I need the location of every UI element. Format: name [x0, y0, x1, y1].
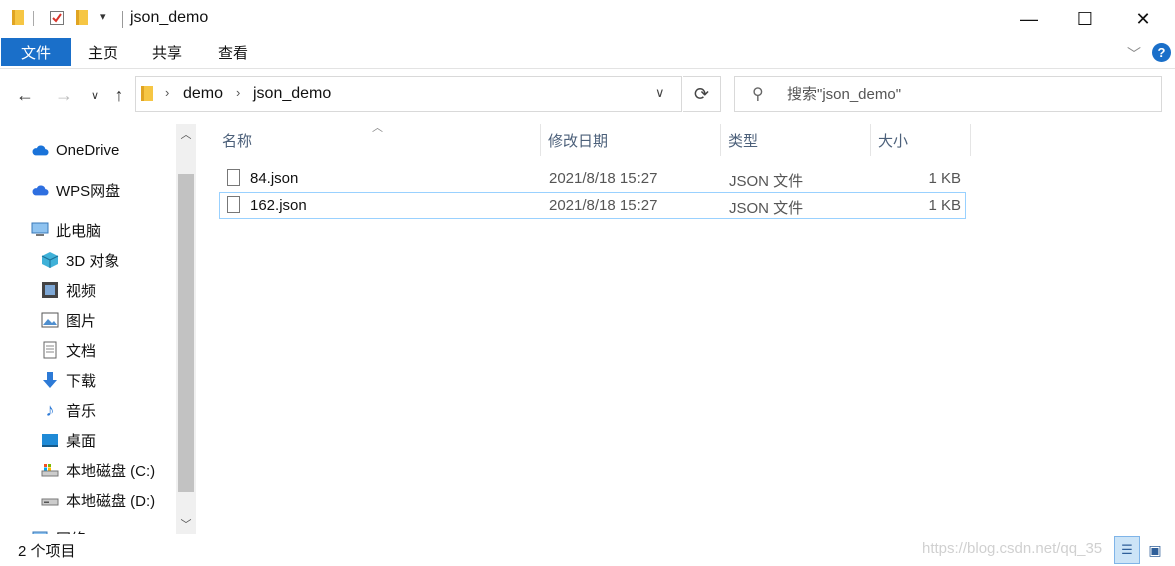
- file-row[interactable]: 162.json 2021/8/18 15:27 JSON 文件 1 KB: [219, 192, 966, 219]
- sidebar-item-wps[interactable]: WPS网盘: [31, 176, 196, 204]
- sidebar-item-onedrive[interactable]: OneDrive: [31, 136, 196, 164]
- new-folder-icon[interactable]: [76, 10, 92, 26]
- drive-icon: [41, 461, 59, 479]
- column-header-size[interactable]: 大小: [871, 124, 971, 156]
- quick-access-divider: [33, 11, 34, 26]
- document-icon: [41, 341, 59, 359]
- breadcrumb-json-demo[interactable]: json_demo: [253, 85, 331, 103]
- sidebar-item-documents[interactable]: 文档: [41, 336, 196, 364]
- sidebar-item-label: 音乐: [66, 402, 97, 420]
- file-icon: [227, 169, 240, 186]
- sidebar-item-desktop[interactable]: 桌面: [41, 426, 196, 454]
- up-arrow-icon[interactable]: ↑: [107, 82, 131, 108]
- file-size: 1 KB: [928, 197, 961, 214]
- search-input[interactable]: [785, 85, 1149, 104]
- large-icons-view-button[interactable]: ▣: [1145, 540, 1165, 560]
- file-row[interactable]: 84.json 2021/8/18 15:27 JSON 文件 1 KB: [219, 165, 966, 192]
- breadcrumb-demo[interactable]: demo: [183, 85, 223, 103]
- close-button[interactable]: ✕: [1114, 0, 1172, 38]
- desktop-icon: [41, 431, 59, 449]
- file-icon: [227, 196, 240, 213]
- sidebar-item-downloads[interactable]: 下载: [41, 366, 196, 394]
- sidebar-item-this-pc[interactable]: 此电脑: [31, 216, 196, 244]
- column-header-type[interactable]: 类型: [721, 124, 871, 156]
- music-icon: ♪: [45, 399, 55, 420]
- column-header-modified[interactable]: 修改日期: [541, 124, 721, 156]
- film-icon: [41, 281, 59, 299]
- sidebar-item-label: 此电脑: [56, 222, 102, 240]
- window-title: json_demo: [130, 9, 209, 26]
- file-name: 84.json: [250, 170, 299, 187]
- sidebar-item-label: 3D 对象: [66, 252, 120, 270]
- picture-icon: [41, 311, 59, 329]
- scroll-up-chevron-icon[interactable]: ︿: [178, 124, 194, 144]
- sidebar-item-label: 文档: [66, 342, 97, 360]
- breadcrumb-chevron-icon[interactable]: ›: [236, 85, 240, 100]
- file-type: JSON 文件: [729, 200, 804, 217]
- sidebar-item-3d-objects[interactable]: 3D 对象: [41, 246, 196, 274]
- cube-icon: [41, 251, 59, 269]
- sidebar-item-label: WPS网盘: [56, 182, 121, 200]
- sidebar-item-label: 网络: [56, 528, 86, 535]
- details-view-icon: ☰: [1121, 542, 1133, 557]
- recent-locations-chevron-icon[interactable]: ∨: [83, 82, 107, 108]
- cloud-icon: [31, 181, 49, 199]
- refresh-icon: ⟳: [693, 83, 710, 104]
- sidebar-item-label: 桌面: [66, 432, 97, 450]
- details-view-button[interactable]: ☰: [1114, 536, 1140, 564]
- sidebar-item-label: 下载: [66, 372, 97, 390]
- navigation-pane: OneDrive WPS网盘 此电脑 3D 对象 视频 图片 文档 下载 ♪ 音…: [0, 124, 196, 534]
- file-name: 162.json: [250, 197, 307, 214]
- sidebar-item-local-disk-d[interactable]: 本地磁盘 (D:): [41, 486, 196, 514]
- tab-view[interactable]: 查看: [218, 38, 248, 66]
- watermark: https://blog.csdn.net/qq_35: [922, 540, 1103, 557]
- minimize-button[interactable]: —: [1000, 0, 1058, 38]
- breadcrumb-chevron-icon[interactable]: ›: [165, 85, 169, 100]
- customize-quick-access-icon[interactable]: ▾: [100, 10, 106, 23]
- file-modified: 2021/8/18 15:27: [549, 197, 658, 214]
- sidebar-item-label: 本地磁盘 (D:): [66, 492, 156, 510]
- help-icon[interactable]: ?: [1152, 43, 1171, 62]
- search-icon: ⚲: [752, 86, 764, 103]
- title-divider: [122, 11, 123, 28]
- back-arrow-icon[interactable]: ←: [13, 82, 37, 108]
- tab-share[interactable]: 共享: [152, 38, 182, 66]
- tab-file[interactable]: 文件: [1, 38, 71, 66]
- sidebar-item-local-disk-c[interactable]: 本地磁盘 (C:): [41, 456, 196, 484]
- sidebar-item-label: 视频: [66, 282, 97, 300]
- file-size: 1 KB: [928, 170, 961, 187]
- folder-icon: [12, 10, 28, 26]
- sidebar-item-label: OneDrive: [56, 141, 120, 159]
- scroll-down-chevron-icon[interactable]: ﹀: [178, 514, 194, 534]
- search-box[interactable]: ⚲: [734, 76, 1162, 112]
- properties-checkmark-icon[interactable]: [49, 10, 65, 26]
- expand-ribbon-chevron-icon[interactable]: ﹀: [1127, 44, 1141, 64]
- address-dropdown-chevron-icon[interactable]: ∨: [655, 85, 665, 101]
- file-type: JSON 文件: [729, 173, 804, 190]
- sidebar-item-music[interactable]: ♪ 音乐: [41, 396, 196, 424]
- sidebar-item-videos[interactable]: 视频: [41, 276, 196, 304]
- file-modified: 2021/8/18 15:27: [549, 170, 658, 187]
- sidebar-item-label: 本地磁盘 (C:): [66, 462, 156, 480]
- large-icons-view-icon: ▣: [1148, 541, 1162, 558]
- refresh-button[interactable]: ⟳: [683, 76, 721, 112]
- sidebar-item-label: 图片: [66, 312, 97, 330]
- sort-ascending-chevron-icon: ︿: [372, 122, 383, 134]
- maximize-button[interactable]: ☐: [1056, 0, 1114, 38]
- status-item-count: 2 个项目: [18, 543, 76, 560]
- address-folder-icon: [141, 86, 153, 101]
- forward-arrow-icon[interactable]: →: [52, 82, 76, 108]
- drive-icon: [41, 491, 59, 509]
- cloud-icon: [31, 141, 49, 159]
- network-icon: [31, 529, 49, 534]
- download-icon: [41, 371, 59, 389]
- sidebar-item-network[interactable]: 网络: [31, 524, 196, 534]
- computer-icon: [31, 221, 49, 239]
- sidebar-item-pictures[interactable]: 图片: [41, 306, 196, 334]
- tab-home[interactable]: 主页: [88, 38, 118, 66]
- nav-scrollbar-thumb[interactable]: [178, 174, 194, 492]
